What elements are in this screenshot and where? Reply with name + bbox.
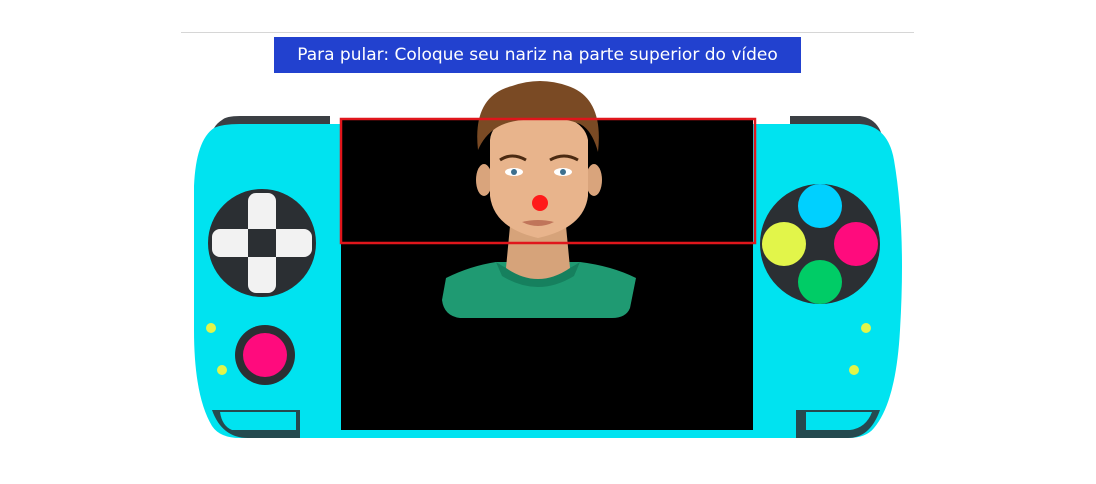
action-button-left bbox=[762, 222, 806, 266]
avatar-left-pupil bbox=[511, 169, 517, 175]
led-left-bottom bbox=[217, 365, 227, 375]
avatar-face bbox=[490, 112, 588, 238]
game-stage: Para pular: Coloque seu nariz na parte s… bbox=[0, 0, 1096, 484]
nose-dot-icon bbox=[532, 195, 548, 211]
led-right-top bbox=[861, 323, 871, 333]
dpad-icon bbox=[208, 189, 316, 297]
led-right-bottom bbox=[849, 365, 859, 375]
action-button-right bbox=[834, 222, 878, 266]
handheld-console bbox=[194, 81, 902, 438]
led-left-top bbox=[206, 323, 216, 333]
action-button-top bbox=[798, 184, 842, 228]
action-button-bottom bbox=[798, 260, 842, 304]
avatar-right-ear bbox=[586, 164, 602, 196]
action-buttons-icon bbox=[760, 184, 880, 304]
left-stick-button bbox=[243, 333, 287, 377]
avatar-left-ear bbox=[476, 164, 492, 196]
avatar-right-pupil bbox=[560, 169, 566, 175]
left-grip-inner bbox=[220, 412, 296, 430]
